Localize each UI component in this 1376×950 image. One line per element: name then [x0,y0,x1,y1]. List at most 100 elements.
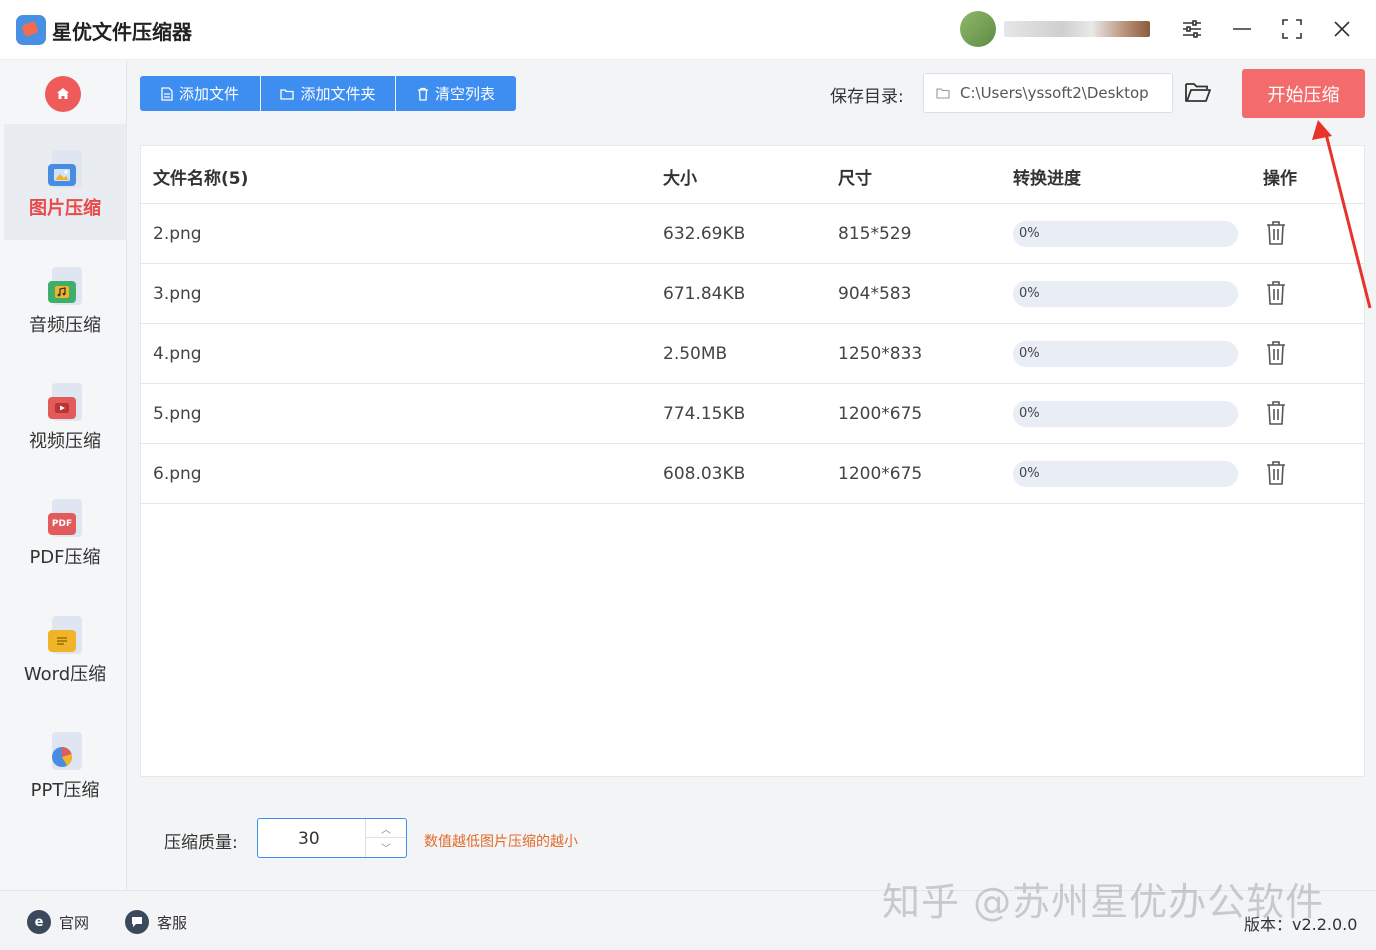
save-directory-value: C:\Users\yssoft2\Desktop [960,84,1149,102]
quality-label: 压缩质量: [164,833,238,853]
start-compress-button[interactable]: 开始压缩 [1242,69,1365,118]
chevron-down-icon[interactable]: ﹀ [366,838,406,857]
word-icon [48,616,82,656]
delete-icon[interactable] [1265,220,1287,246]
save-directory-label: 保存目录: [830,87,904,107]
progress-text: 0% [1019,406,1040,421]
stepper-buttons: ︿ ﹀ [365,819,406,857]
progress-text: 0% [1019,466,1040,481]
home-icon [57,88,69,99]
pdf-icon: PDF [48,499,82,539]
file-dimensions: 815*529 [838,224,912,244]
progress-bar: 0% [1013,221,1238,247]
sidebar-item-label: PPT压缩 [30,780,100,801]
sidebar-item-word[interactable]: Word压缩 [4,590,126,706]
progress-bar: 0% [1013,461,1238,487]
file-name: 6.png [153,464,202,484]
website-link[interactable]: e 官网 [27,910,89,934]
quality-hint: 数值越低图片压缩的越小 [424,834,578,850]
file-dimensions: 1200*675 [838,464,923,484]
add-file-button[interactable]: 添加文件 [140,76,260,111]
sidebar-item-ppt[interactable]: PPT压缩 [4,706,126,822]
file-size: 608.03KB [663,464,746,484]
sidebar-item-label: 视频压缩 [29,431,101,452]
settings-icon[interactable] [1177,14,1207,44]
file-dimensions: 1200*675 [838,404,923,424]
file-size: 774.15KB [663,404,746,424]
chat-icon [125,910,149,934]
file-table: 文件名称(5) 大小 尺寸 转换进度 操作 2.png 632.69KB 815… [140,145,1365,777]
sidebar-item-label: PDF压缩 [29,547,101,568]
progress-bar: 0% [1013,341,1238,367]
delete-icon[interactable] [1265,460,1287,486]
file-name: 2.png [153,224,202,244]
progress-bar: 0% [1013,401,1238,427]
clear-list-label: 清空列表 [434,85,495,103]
sidebar-item-audio[interactable]: 音频压缩 [4,241,126,357]
video-icon [48,383,82,423]
column-header-action: 操作 [1263,169,1297,189]
app-title: 星优文件压缩器 [52,20,192,44]
column-header-size: 大小 [663,169,697,189]
image-icon [48,150,82,190]
progress-text: 0% [1019,286,1040,301]
add-folder-button[interactable]: 添加文件夹 [261,76,395,111]
sidebar-item-label: 图片压缩 [29,198,101,219]
delete-icon[interactable] [1265,400,1287,426]
column-header-dims: 尺寸 [838,169,872,189]
sidebar-item-image[interactable]: 图片压缩 [4,124,126,240]
sidebar-item-video[interactable]: 视频压缩 [4,357,126,473]
sidebar-item-label: 音频压缩 [29,315,101,336]
folder-icon [280,88,295,100]
quality-stepper[interactable]: 30 ︿ ﹀ [257,818,407,858]
sidebar: 图片压缩 音频压缩 视频压缩 PDF PDF压缩 Word压缩 PPT压缩 [0,60,127,890]
folder-icon [936,88,950,99]
trash-icon [417,87,428,101]
file-name: 4.png [153,344,202,364]
maximize-icon[interactable] [1277,14,1307,44]
table-header: 文件名称(5) 大小 尺寸 转换进度 操作 [141,146,1364,204]
browser-icon: e [27,910,51,934]
clear-list-button[interactable]: 清空列表 [396,76,516,111]
open-folder-icon[interactable] [1184,80,1212,106]
delete-icon[interactable] [1265,340,1287,366]
support-label: 客服 [157,913,188,932]
ppt-icon [48,732,82,772]
save-directory-field[interactable]: C:\Users\yssoft2\Desktop [923,73,1173,113]
add-folder-label: 添加文件夹 [300,85,376,103]
music-icon [48,267,82,307]
file-icon [161,86,173,101]
close-icon[interactable] [1327,14,1357,44]
file-name: 3.png [153,284,202,304]
avatar[interactable] [960,11,996,47]
chevron-up-icon[interactable]: ︿ [366,819,406,838]
app-logo-icon [16,15,46,45]
file-dimensions: 904*583 [838,284,912,304]
file-size: 2.50MB [663,344,728,364]
sidebar-item-label: Word压缩 [23,664,107,685]
user-name: yssoft2 [1004,21,1150,37]
support-link[interactable]: 客服 [125,910,187,934]
toolbar: 添加文件 添加文件夹 清空列表 保存目录: C:\Users\yssoft2\D… [128,60,1376,132]
sidebar-item-pdf[interactable]: PDF PDF压缩 [4,473,126,589]
delete-icon[interactable] [1265,280,1287,306]
website-label: 官网 [59,913,90,932]
progress-text: 0% [1019,226,1040,241]
column-header-progress: 转换进度 [1013,169,1081,189]
table-row[interactable]: 4.png 2.50MB 1250*833 0% [141,324,1364,384]
file-name: 5.png [153,404,202,424]
file-size: 632.69KB [663,224,746,244]
user-account[interactable]: yssoft2 [960,11,1152,47]
file-dimensions: 1250*833 [838,344,923,364]
progress-bar: 0% [1013,281,1238,307]
table-row[interactable]: 2.png 632.69KB 815*529 0% [141,204,1364,264]
quality-value: 30 [298,829,320,849]
title-bar: 星优文件压缩器 yssoft2 [0,0,1376,60]
table-row[interactable]: 5.png 774.15KB 1200*675 0% [141,384,1364,444]
table-row[interactable]: 6.png 608.03KB 1200*675 0% [141,444,1364,504]
minimize-icon[interactable] [1227,14,1257,44]
table-row[interactable]: 3.png 671.84KB 904*583 0% [141,264,1364,324]
footer: e 官网 客服 知乎 @苏州星优办公软件 版本：v2.2.0.0 [0,880,1376,950]
home-button[interactable] [45,76,81,112]
file-size: 671.84KB [663,284,746,304]
